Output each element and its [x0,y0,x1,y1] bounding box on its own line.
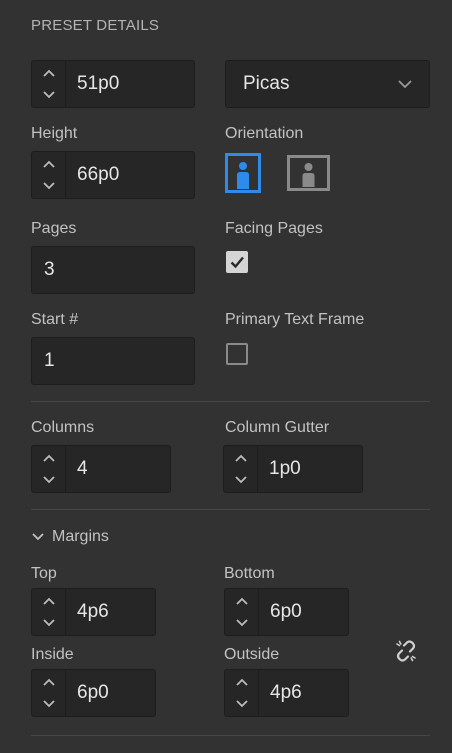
divider [31,401,430,402]
landscape-icon [287,155,330,191]
chevron-down-icon[interactable] [41,698,57,710]
facing-pages-checkbox[interactable] [226,251,248,273]
pages-label: Pages [31,220,77,237]
width-field[interactable]: 51p0 [31,60,195,108]
columns-field[interactable]: 4 [31,445,171,493]
margin-top-stepper[interactable] [32,589,66,635]
facing-pages-label: Facing Pages [225,220,323,237]
primary-text-frame-checkbox[interactable] [226,343,248,365]
chevron-down-icon[interactable] [234,617,250,629]
height-field[interactable]: 66p0 [31,151,195,199]
margin-bottom-label: Bottom [224,565,275,582]
margin-bottom-stepper[interactable] [225,589,259,635]
margin-outside-field[interactable]: 4p6 [224,669,349,717]
chevron-up-icon[interactable] [234,676,250,688]
start-number-label: Start # [31,311,79,328]
margin-inside-field[interactable]: 6p0 [31,669,156,717]
height-label: Height [31,125,78,142]
column-gutter-value: 1p0 [269,458,301,479]
divider [31,735,430,736]
width-stepper[interactable] [32,61,66,107]
margin-top-value: 4p6 [77,601,109,622]
units-dropdown[interactable]: Picas [225,60,430,108]
units-selected: Picas [243,73,290,94]
link-margins-button[interactable] [394,639,418,663]
chevron-up-icon[interactable] [41,158,57,170]
start-number-value: 1 [44,350,55,371]
portrait-orientation-button[interactable] [225,153,261,193]
checkmark-icon [230,256,244,269]
chevron-down-icon[interactable] [41,474,57,486]
divider [31,509,430,510]
margin-outside-label: Outside [224,646,280,663]
margins-toggle[interactable]: Margins [31,528,109,546]
chevron-down-icon [32,533,44,541]
chevron-up-icon[interactable] [41,67,57,79]
width-value: 51p0 [77,73,120,94]
height-value: 66p0 [77,164,120,185]
chevron-up-icon[interactable] [234,595,250,607]
column-gutter-stepper[interactable] [224,446,258,492]
landscape-orientation-button[interactable] [287,155,330,191]
columns-stepper[interactable] [32,446,66,492]
margin-top-label: Top [31,565,57,582]
margin-inside-stepper[interactable] [32,670,66,716]
start-number-field[interactable]: 1 [31,337,195,385]
margin-inside-value: 6p0 [77,682,109,703]
pages-value: 3 [44,259,55,280]
chevron-down-icon[interactable] [41,89,57,101]
primary-text-frame-label: Primary Text Frame [225,311,365,328]
column-gutter-label: Column Gutter [225,419,330,436]
margin-bottom-value: 6p0 [270,601,302,622]
chevron-up-icon[interactable] [233,452,249,464]
chevron-down-icon[interactable] [234,698,250,710]
chevron-up-icon[interactable] [41,595,57,607]
chevron-down-icon[interactable] [41,180,57,192]
columns-label: Columns [31,419,95,436]
columns-value: 4 [77,458,88,479]
column-gutter-field[interactable]: 1p0 [223,445,363,493]
section-title: PRESET DETAILS [31,17,160,34]
chevron-up-icon[interactable] [41,676,57,688]
orientation-label: Orientation [225,125,304,142]
pages-field[interactable]: 3 [31,246,195,294]
margins-title: Margins [52,528,109,545]
margin-outside-value: 4p6 [270,682,302,703]
height-stepper[interactable] [32,152,66,198]
chevron-down-icon[interactable] [41,617,57,629]
margin-inside-label: Inside [31,646,74,663]
margin-outside-stepper[interactable] [225,670,259,716]
unlink-chain-icon [396,640,416,662]
portrait-icon [225,153,261,193]
margin-top-field[interactable]: 4p6 [31,588,156,636]
chevron-up-icon[interactable] [41,452,57,464]
chevron-down-icon[interactable] [233,474,249,486]
chevron-down-icon [398,80,412,89]
margin-bottom-field[interactable]: 6p0 [224,588,349,636]
